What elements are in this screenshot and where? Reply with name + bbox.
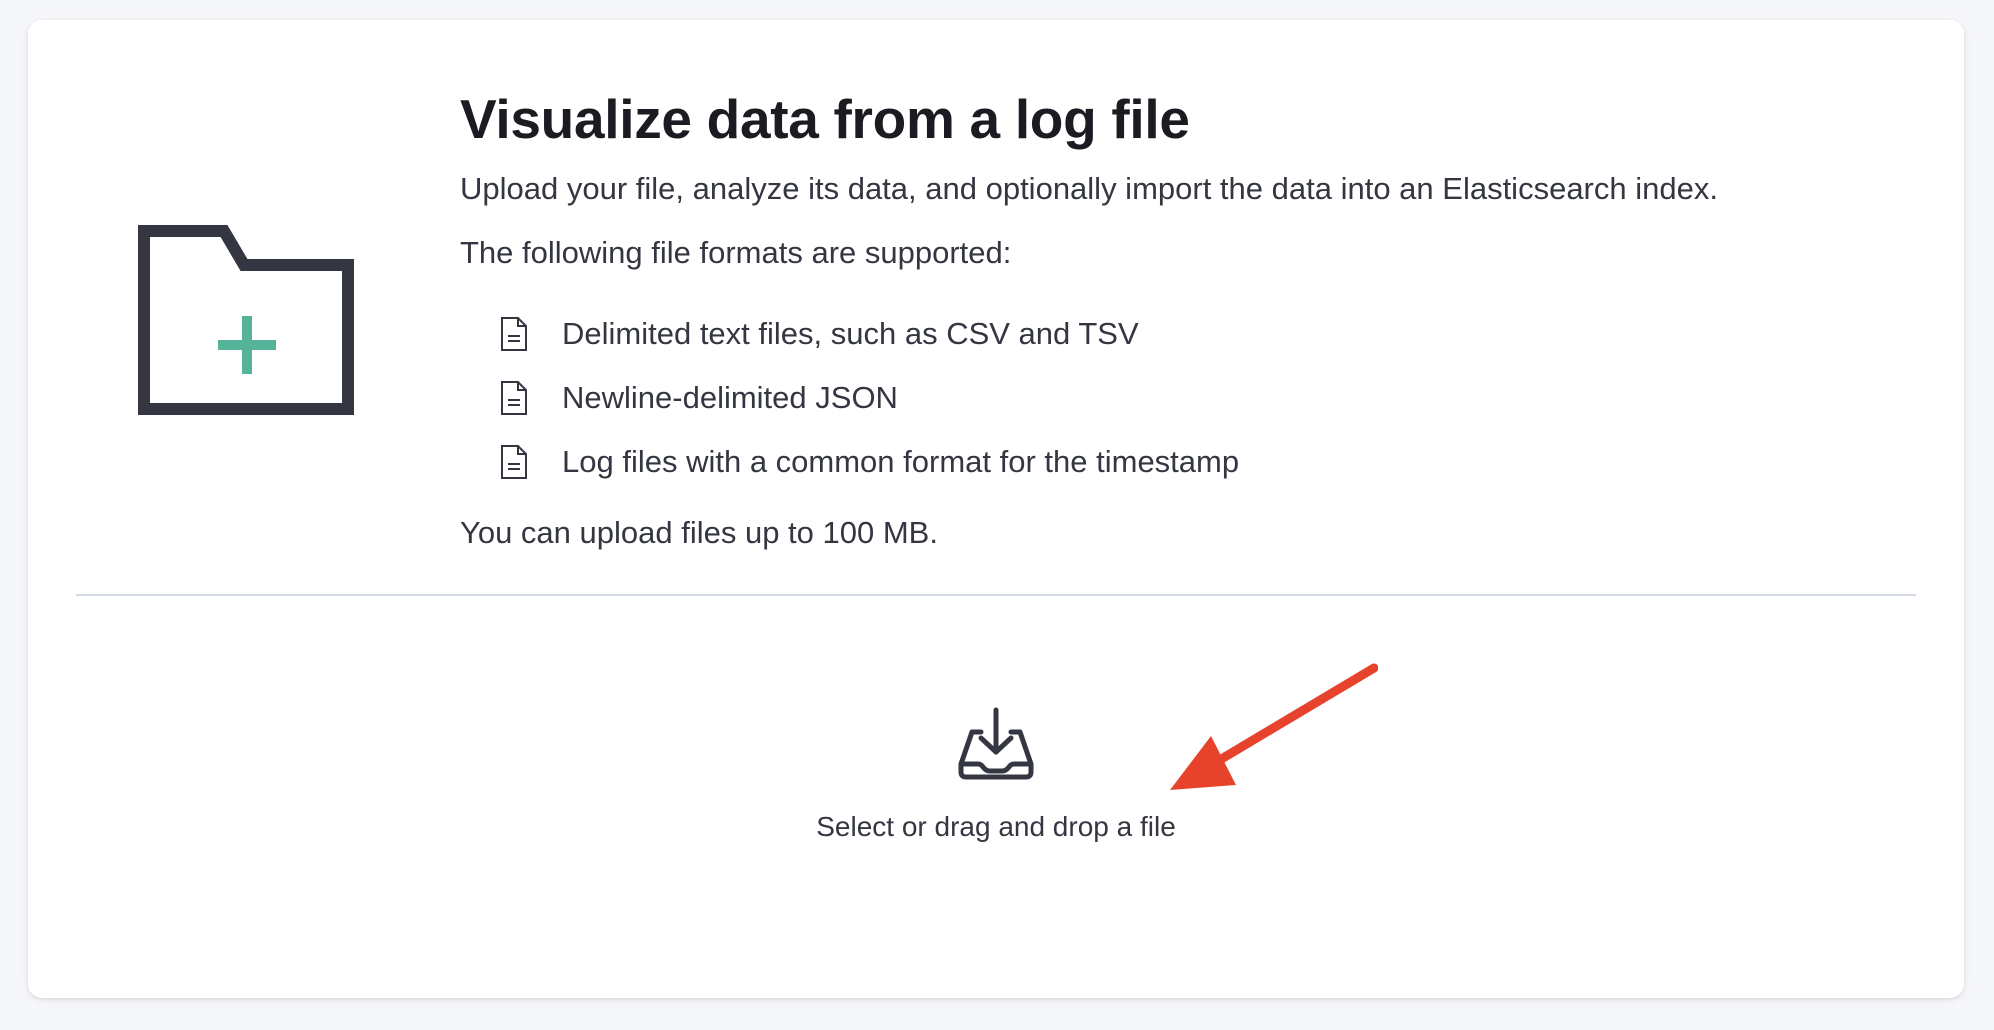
max-file-size-note: You can upload files up to 100 MB. [460,515,938,550]
document-icon [501,317,527,351]
folder-add-icon [138,225,354,415]
document-icon [501,445,527,479]
upload-tray-icon [958,707,1034,780]
section-divider [76,594,1916,596]
file-dropzone[interactable]: Select or drag and drop a file [676,682,1316,882]
intro-section: Visualize data from a log file Upload yo… [460,78,1930,554]
format-item-log: Log files with a common format for the t… [460,430,1930,494]
format-item-delimited: Delimited text files, such as CSV and TS… [460,302,1930,366]
file-upload-panel: Visualize data from a log file Upload yo… [28,20,1964,998]
document-icon [501,381,527,415]
format-label: Newline-delimited JSON [562,380,898,415]
supported-formats-heading: The following file formats are supported… [460,235,1012,270]
format-label: Log files with a common format for the t… [562,444,1240,479]
supported-formats-list: Delimited text files, such as CSV and TS… [460,302,1930,494]
page-title: Visualize data from a log file [460,88,1190,150]
dropzone-label[interactable]: Select or drag and drop a file [676,809,1316,845]
format-item-ndjson: Newline-delimited JSON [460,366,1930,430]
page-subtitle: Upload your file, analyze its data, and … [460,171,1718,206]
format-label: Delimited text files, such as CSV and TS… [562,316,1139,351]
